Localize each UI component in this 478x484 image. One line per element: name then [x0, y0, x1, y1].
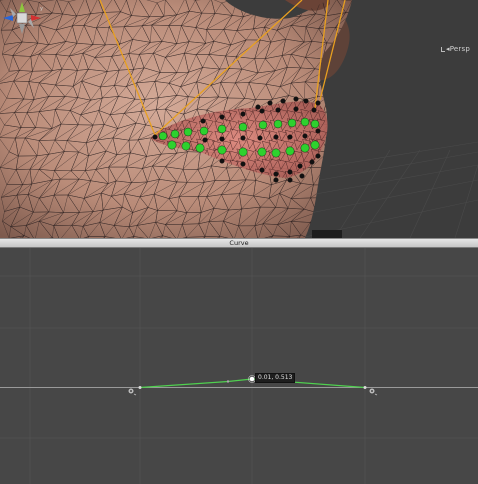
- lip-control-point-secondary[interactable]: [259, 167, 265, 173]
- lip-control-point[interactable]: [285, 146, 295, 156]
- lip-control-point[interactable]: [167, 140, 177, 150]
- lip-control-point[interactable]: [258, 120, 268, 130]
- lip-control-point-secondary[interactable]: [280, 98, 286, 104]
- neck-shadow: [312, 230, 342, 238]
- lip-control-point[interactable]: [300, 117, 310, 127]
- lip-control-point-secondary[interactable]: [152, 134, 158, 140]
- lip-control-point-secondary[interactable]: [267, 100, 273, 106]
- lip-control-point-secondary[interactable]: [202, 137, 208, 143]
- lip-control-point-secondary[interactable]: [273, 134, 279, 140]
- lip-control-point-secondary[interactable]: [240, 135, 246, 141]
- scene-grid: [299, 141, 478, 238]
- lip-control-point-secondary[interactable]: [303, 98, 309, 104]
- lip-control-point-secondary[interactable]: [219, 136, 225, 142]
- lip-control-point[interactable]: [271, 148, 281, 158]
- lip-control-point[interactable]: [217, 124, 227, 134]
- curve-panel-header[interactable]: Curve: [0, 238, 478, 248]
- curve-canvas[interactable]: [0, 248, 478, 484]
- projection-label[interactable]: ◂Persp: [446, 45, 470, 53]
- lip-control-point-secondary[interactable]: [287, 134, 293, 140]
- lip-control-point-secondary[interactable]: [302, 133, 308, 139]
- lip-control-point-secondary[interactable]: [287, 169, 293, 175]
- lip-control-point-secondary[interactable]: [299, 173, 305, 179]
- lip-control-point-secondary[interactable]: [315, 100, 321, 106]
- lip-control-point-secondary[interactable]: [240, 111, 246, 117]
- lip-control-point-secondary[interactable]: [259, 108, 265, 114]
- lip-control-point[interactable]: [238, 122, 248, 132]
- lip-control-point[interactable]: [199, 126, 209, 136]
- lip-control-point[interactable]: [183, 127, 193, 137]
- lip-control-point[interactable]: [257, 147, 267, 157]
- lip-control-point-secondary[interactable]: [293, 96, 299, 102]
- curve-editor[interactable]: 0.01, 0.513: [0, 248, 478, 484]
- lip-control-point-secondary[interactable]: [219, 158, 225, 164]
- lip-control-point[interactable]: [273, 119, 283, 129]
- pre-wrap-gear-icon[interactable]: [128, 388, 137, 396]
- lip-control-point-secondary[interactable]: [315, 153, 321, 159]
- scene-view[interactable]: y ◂Persp: [0, 0, 478, 238]
- lip-control-point-secondary[interactable]: [297, 163, 303, 169]
- post-wrap-gear-icon[interactable]: [369, 388, 378, 396]
- lip-control-point[interactable]: [300, 143, 310, 153]
- lip-control-point[interactable]: [170, 129, 180, 139]
- lip-control-point[interactable]: [310, 140, 320, 150]
- lip-control-point[interactable]: [287, 118, 297, 128]
- persp-toggle-icon: [441, 47, 445, 52]
- panel-title: Curve: [229, 239, 249, 247]
- axis-gizmo-icon[interactable]: y: [0, 0, 44, 52]
- svg-text:y: y: [40, 6, 43, 12]
- tangent-handle[interactable]: [226, 380, 230, 383]
- lip-control-point-secondary[interactable]: [287, 177, 293, 183]
- curve-grid: [0, 248, 478, 484]
- key-value-tooltip: 0.01, 0.513: [255, 373, 296, 383]
- lip-control-point[interactable]: [181, 141, 191, 151]
- scene-viewport[interactable]: [0, 0, 478, 238]
- lip-control-point[interactable]: [217, 145, 227, 155]
- lip-control-point[interactable]: [238, 147, 248, 157]
- lip-control-point[interactable]: [310, 119, 320, 129]
- curve-key-right[interactable]: [363, 386, 367, 389]
- lip-control-point-secondary[interactable]: [273, 171, 279, 177]
- lip-control-point-secondary[interactable]: [255, 104, 261, 110]
- lip-control-point-secondary[interactable]: [273, 177, 279, 183]
- lip-control-point-secondary[interactable]: [257, 135, 263, 141]
- lip-control-point-secondary[interactable]: [200, 118, 206, 124]
- lip-control-point-secondary[interactable]: [309, 159, 315, 165]
- lip-control-point-secondary[interactable]: [219, 114, 225, 120]
- lip-control-point[interactable]: [158, 131, 168, 141]
- curve-key-left[interactable]: [138, 386, 142, 389]
- lip-control-point[interactable]: [195, 143, 205, 153]
- lip-control-point-secondary[interactable]: [275, 107, 281, 113]
- lip-control-point-secondary[interactable]: [293, 106, 299, 112]
- lip-control-point-secondary[interactable]: [311, 107, 317, 113]
- lip-control-point-secondary[interactable]: [315, 128, 321, 134]
- lip-control-point-secondary[interactable]: [240, 161, 246, 167]
